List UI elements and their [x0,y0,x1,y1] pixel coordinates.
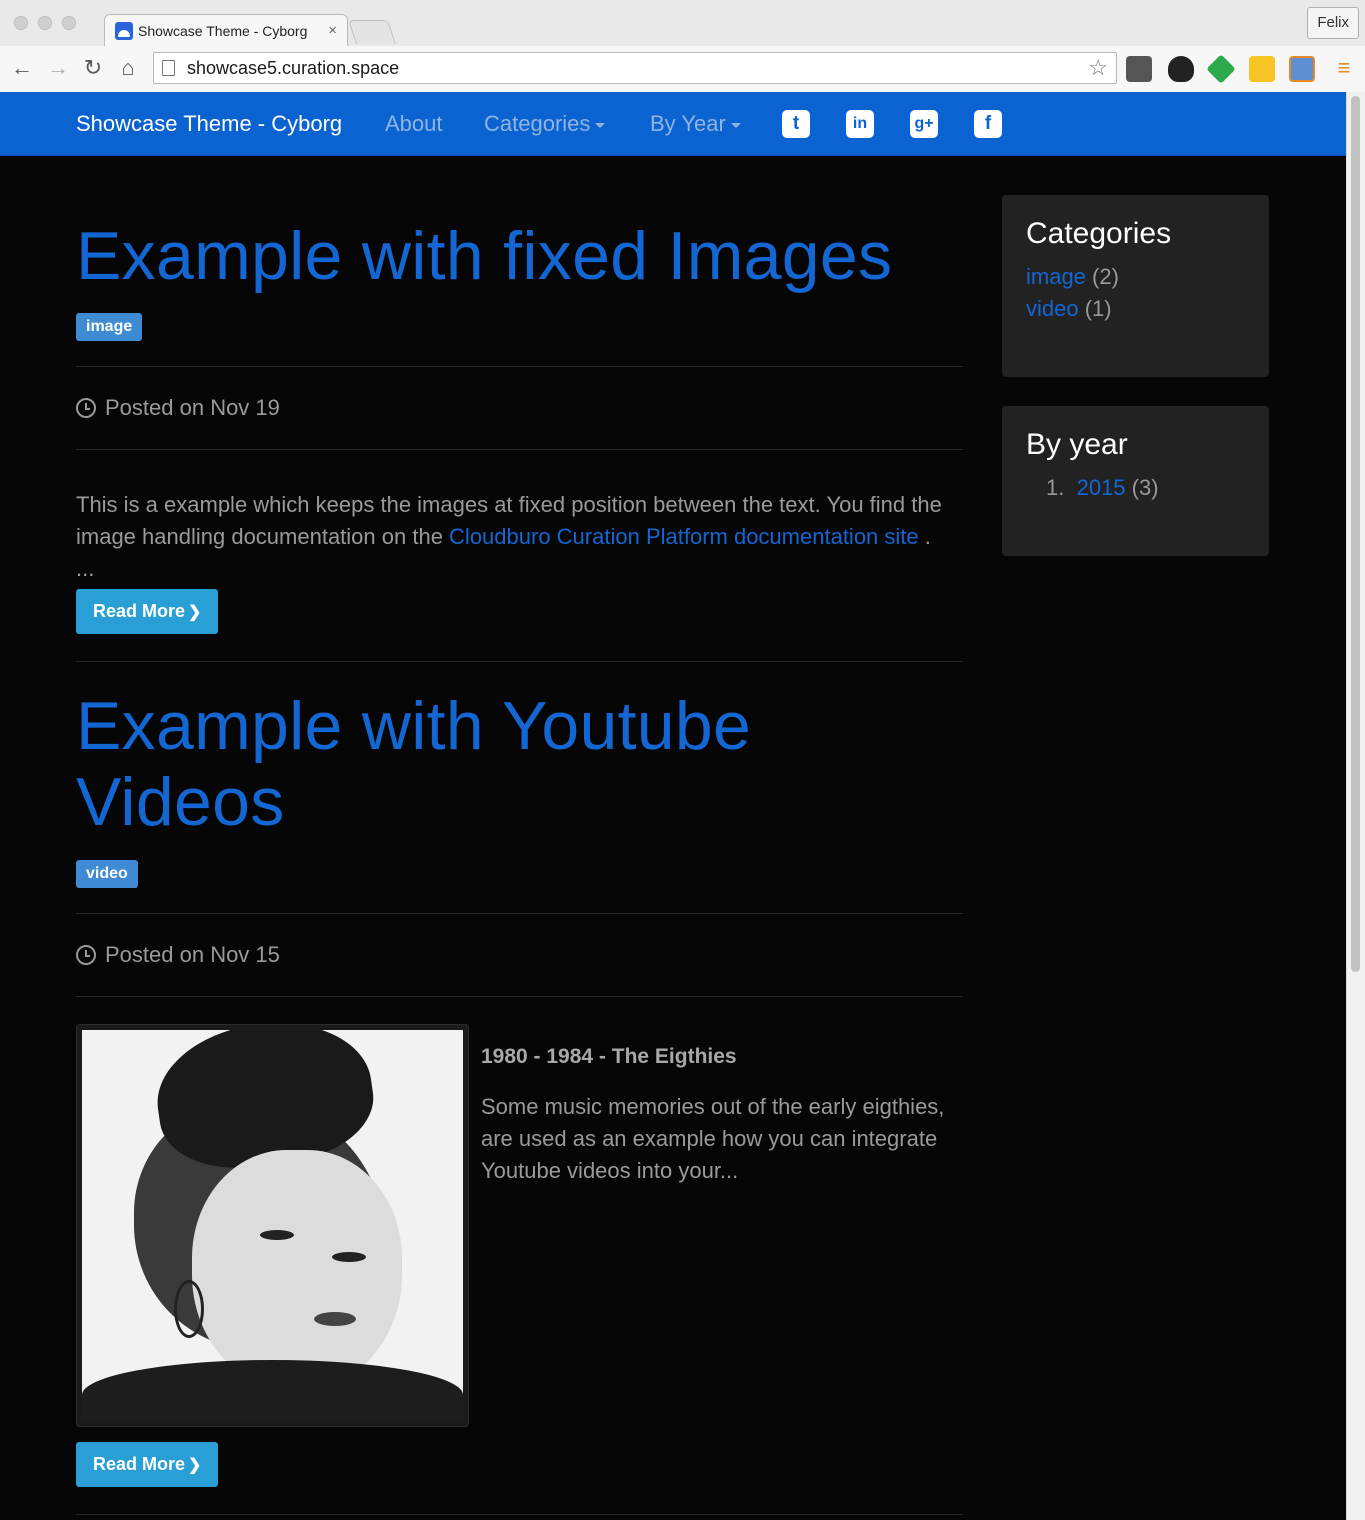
browser-tab-active[interactable]: Showcase Theme - Cyborg × [104,14,348,46]
categories-widget-title: Categories [1026,217,1172,250]
back-arrow-icon[interactable]: ← [8,54,36,82]
post-title-line: Videos [76,764,285,840]
year-link-2015[interactable]: 2015 [1077,475,1126,500]
divider [76,913,963,914]
divider [76,661,963,662]
tab-title: Showcase Theme - Cyborg [138,22,308,39]
nav-by-year-label: By Year [650,111,726,136]
facebook-icon[interactable]: f [974,110,1002,138]
twitter-icon[interactable]: t [782,110,810,138]
read-more-label: Read More [93,1454,186,1474]
feedly-extension-icon[interactable] [1206,54,1236,84]
video-section-heading: 1980 - 1984 - The Eigthies [481,1045,737,1068]
post-title-line: Example with Youtube [76,688,752,764]
new-tab-button[interactable] [348,20,396,44]
clock-icon [76,945,96,965]
nav-categories-dropdown[interactable]: Categories [484,111,606,137]
divider [76,1514,963,1515]
category-item: image (2) [1026,261,1245,293]
url-text[interactable]: showcase5.curation.space [187,58,1088,79]
portrait-photo [82,1030,463,1421]
minimize-window-button[interactable] [38,16,52,30]
earring-shape [174,1280,204,1338]
caret-down-icon [595,122,606,128]
nav-by-year-dropdown[interactable]: By Year [650,111,741,137]
year-index: 1. [1046,475,1065,500]
page-scrollbar[interactable] [1346,92,1365,1520]
post-title-link[interactable]: Example with Youtube Videos [76,688,976,840]
video-section-text: Some music memories out of the early eig… [481,1094,945,1183]
address-bar[interactable]: showcase5.curation.space ☆ [153,52,1117,84]
posted-on-text: Posted on Nov 19 [105,395,280,420]
lips-shape [314,1312,356,1326]
tag-badge-image[interactable]: image [76,313,143,341]
post-date: Posted on Nov 15 [76,942,280,968]
bookmark-star-icon[interactable]: ☆ [1088,55,1108,81]
read-more-button[interactable]: Read More ❯ [76,589,219,634]
post-title-link[interactable]: Example with fixed Images [76,218,976,294]
evernote-extension-icon[interactable] [1126,56,1152,82]
by-year-widget: By year 1. 2015 (3) [1002,406,1269,556]
window-controls [14,16,76,30]
by-year-widget-title: By year [1026,428,1128,461]
nav-categories-label: Categories [484,111,591,136]
category-link-image[interactable]: image [1026,264,1086,289]
nav-about[interactable]: About [385,111,443,137]
face-shape [192,1150,402,1390]
category-item: video (1) [1026,293,1245,325]
chrome-menu-icon[interactable]: ≡ [1330,54,1358,82]
close-window-button[interactable] [14,16,28,30]
caret-down-icon [730,122,741,128]
category-count: (2) [1092,264,1119,289]
chevron-right-icon: ❯ [188,604,202,621]
post-thumbnail[interactable] [76,1024,469,1427]
categories-widget: Categories image (2) video (1) [1002,195,1269,377]
chevron-right-icon: ❯ [188,1457,202,1474]
star-extension-icon[interactable] [1249,56,1275,82]
browser-window-chrome: Showcase Theme - Cyborg × Felix ← → ↻ ⌂ … [0,0,1365,92]
posted-on-text: Posted on Nov 15 [105,942,280,967]
linkedin-icon[interactable]: in [846,110,874,138]
reload-icon[interactable]: ↻ [79,54,107,82]
brand-link[interactable]: Showcase Theme - Cyborg [76,111,342,137]
page-icon [162,60,175,76]
eye-shape [260,1230,294,1240]
site-navbar: Showcase Theme - Cyborg About Categories… [0,92,1346,156]
tab-close-icon[interactable]: × [328,22,337,39]
divider [76,449,963,450]
divider [76,996,963,997]
owl-extension-icon[interactable] [1168,56,1194,82]
forward-arrow-icon[interactable]: → [44,54,72,82]
google-plus-icon[interactable]: g+ [910,110,938,138]
eye-shape [332,1252,366,1262]
zoom-window-button[interactable] [62,16,76,30]
post-excerpt: This is a example which keeps the images… [76,489,986,585]
category-link-video[interactable]: video [1026,296,1079,321]
year-item: 1. 2015 (3) [1026,472,1245,504]
profile-button[interactable]: Felix [1307,7,1359,39]
browser-toolbar: ← → ↻ ⌂ showcase5.curation.space ☆ ≡ [0,46,1365,92]
new-extension-icon[interactable] [1289,56,1315,82]
home-icon[interactable]: ⌂ [114,54,142,82]
year-count: (3) [1131,475,1159,500]
post-date: Posted on Nov 19 [76,395,280,421]
read-more-label: Read More [93,601,186,621]
cloud-favicon-icon [115,21,133,40]
tag-badge-video[interactable]: video [76,860,138,888]
read-more-button[interactable]: Read More ❯ [76,1442,219,1487]
excerpt-text-end: . [918,524,931,549]
scrollbar-thumb[interactable] [1351,96,1360,972]
excerpt-ellipsis: ... [76,556,95,581]
divider [76,366,963,367]
category-count: (1) [1084,296,1112,321]
shoulder-shape [82,1360,463,1421]
clock-icon [76,398,96,418]
documentation-link[interactable]: Cloudburo Curation Platform documentatio… [449,524,919,549]
